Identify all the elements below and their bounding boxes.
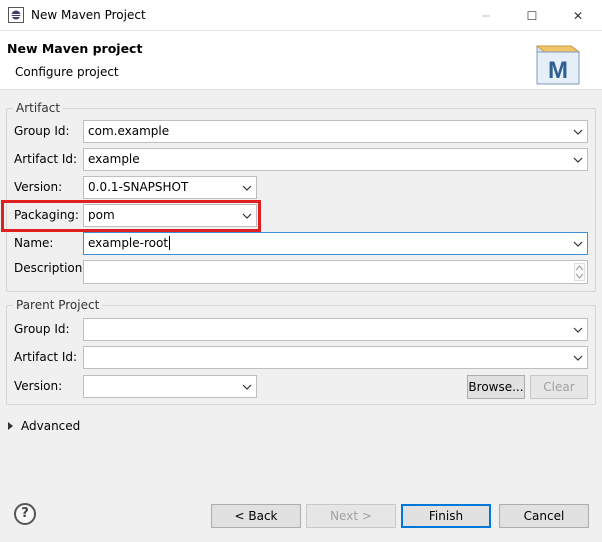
parent-group-id-combo[interactable] <box>83 318 588 341</box>
packaging-label: Packaging: <box>14 208 79 222</box>
maven-logo-icon: M <box>535 45 581 85</box>
group-id-value: com.example <box>88 124 170 138</box>
chevron-down-icon[interactable] <box>573 239 583 249</box>
close-button[interactable]: ✕ <box>555 0 601 31</box>
spinner-arrows-icon[interactable] <box>575 264 584 280</box>
chevron-down-icon[interactable] <box>573 155 583 165</box>
parent-version-label: Version: <box>14 379 63 393</box>
finish-button[interactable]: Finish <box>401 504 491 528</box>
artifact-legend: Artifact <box>13 101 64 115</box>
version-label: Version: <box>14 180 63 194</box>
title-bar: New Maven Project ─ ☐ ✕ <box>0 0 602 31</box>
name-label: Name: <box>14 236 54 250</box>
wizard-header: New Maven project Configure project M <box>0 31 602 90</box>
clear-button[interactable]: Clear <box>530 375 588 399</box>
parent-project-legend: Parent Project <box>13 298 103 312</box>
version-value: 0.0.1-SNAPSHOT <box>88 180 189 194</box>
eclipse-icon <box>8 7 24 23</box>
chevron-down-icon[interactable] <box>242 183 252 193</box>
chevron-down-icon[interactable] <box>242 382 252 392</box>
packaging-combo[interactable]: pom <box>83 204 257 227</box>
artifact-id-label: Artifact Id: <box>14 152 78 166</box>
browse-button[interactable]: Browse... <box>467 375 525 399</box>
group-id-combo[interactable]: com.example <box>83 120 588 143</box>
text-cursor <box>169 236 171 250</box>
expand-triangle-icon[interactable] <box>8 422 13 430</box>
parent-group-id-label: Group Id: <box>14 322 70 336</box>
chevron-down-icon[interactable] <box>573 127 583 137</box>
chevron-down-icon[interactable] <box>573 353 583 363</box>
description-textarea[interactable] <box>83 260 588 284</box>
name-combo[interactable]: example-root <box>83 232 588 255</box>
maximize-button[interactable]: ☐ <box>509 0 555 31</box>
description-label: Description: <box>14 261 87 275</box>
advanced-toggle[interactable]: Advanced <box>8 418 80 434</box>
chevron-down-icon[interactable] <box>242 211 252 221</box>
artifact-id-value: example <box>88 152 140 166</box>
next-button[interactable]: Next > <box>306 504 396 528</box>
chevron-down-icon[interactable] <box>573 325 583 335</box>
svg-text:M: M <box>548 57 568 84</box>
artifact-id-combo[interactable]: example <box>83 148 588 171</box>
name-value: example-root <box>88 236 169 250</box>
minimize-button[interactable]: ─ <box>463 0 509 31</box>
advanced-label[interactable]: Advanced <box>21 419 80 433</box>
page-title: New Maven project <box>7 41 143 56</box>
window-title: New Maven Project <box>31 8 146 22</box>
packaging-value: pom <box>88 208 115 222</box>
page-subtitle: Configure project <box>15 65 119 79</box>
parent-artifact-id-label: Artifact Id: <box>14 350 78 364</box>
help-icon[interactable]: ? <box>14 503 36 525</box>
version-combo[interactable]: 0.0.1-SNAPSHOT <box>83 176 257 199</box>
parent-version-combo[interactable] <box>83 375 257 398</box>
back-button[interactable]: < Back <box>211 504 301 528</box>
cancel-button[interactable]: Cancel <box>499 504 589 528</box>
parent-artifact-id-combo[interactable] <box>83 346 588 369</box>
group-id-label: Group Id: <box>14 124 70 138</box>
scroll-spinner[interactable] <box>574 263 585 281</box>
